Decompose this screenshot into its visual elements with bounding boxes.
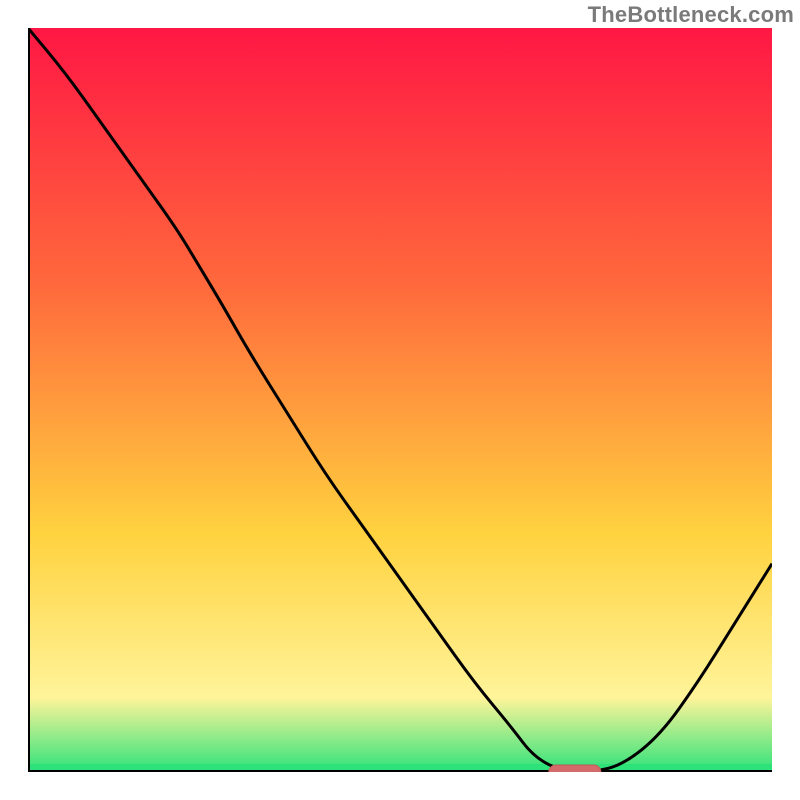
chart-svg	[28, 28, 772, 772]
bottleneck-chart	[28, 28, 772, 772]
watermark-text: TheBottleneck.com	[588, 2, 794, 28]
optimal-marker	[549, 765, 601, 772]
heat-background	[28, 28, 772, 772]
